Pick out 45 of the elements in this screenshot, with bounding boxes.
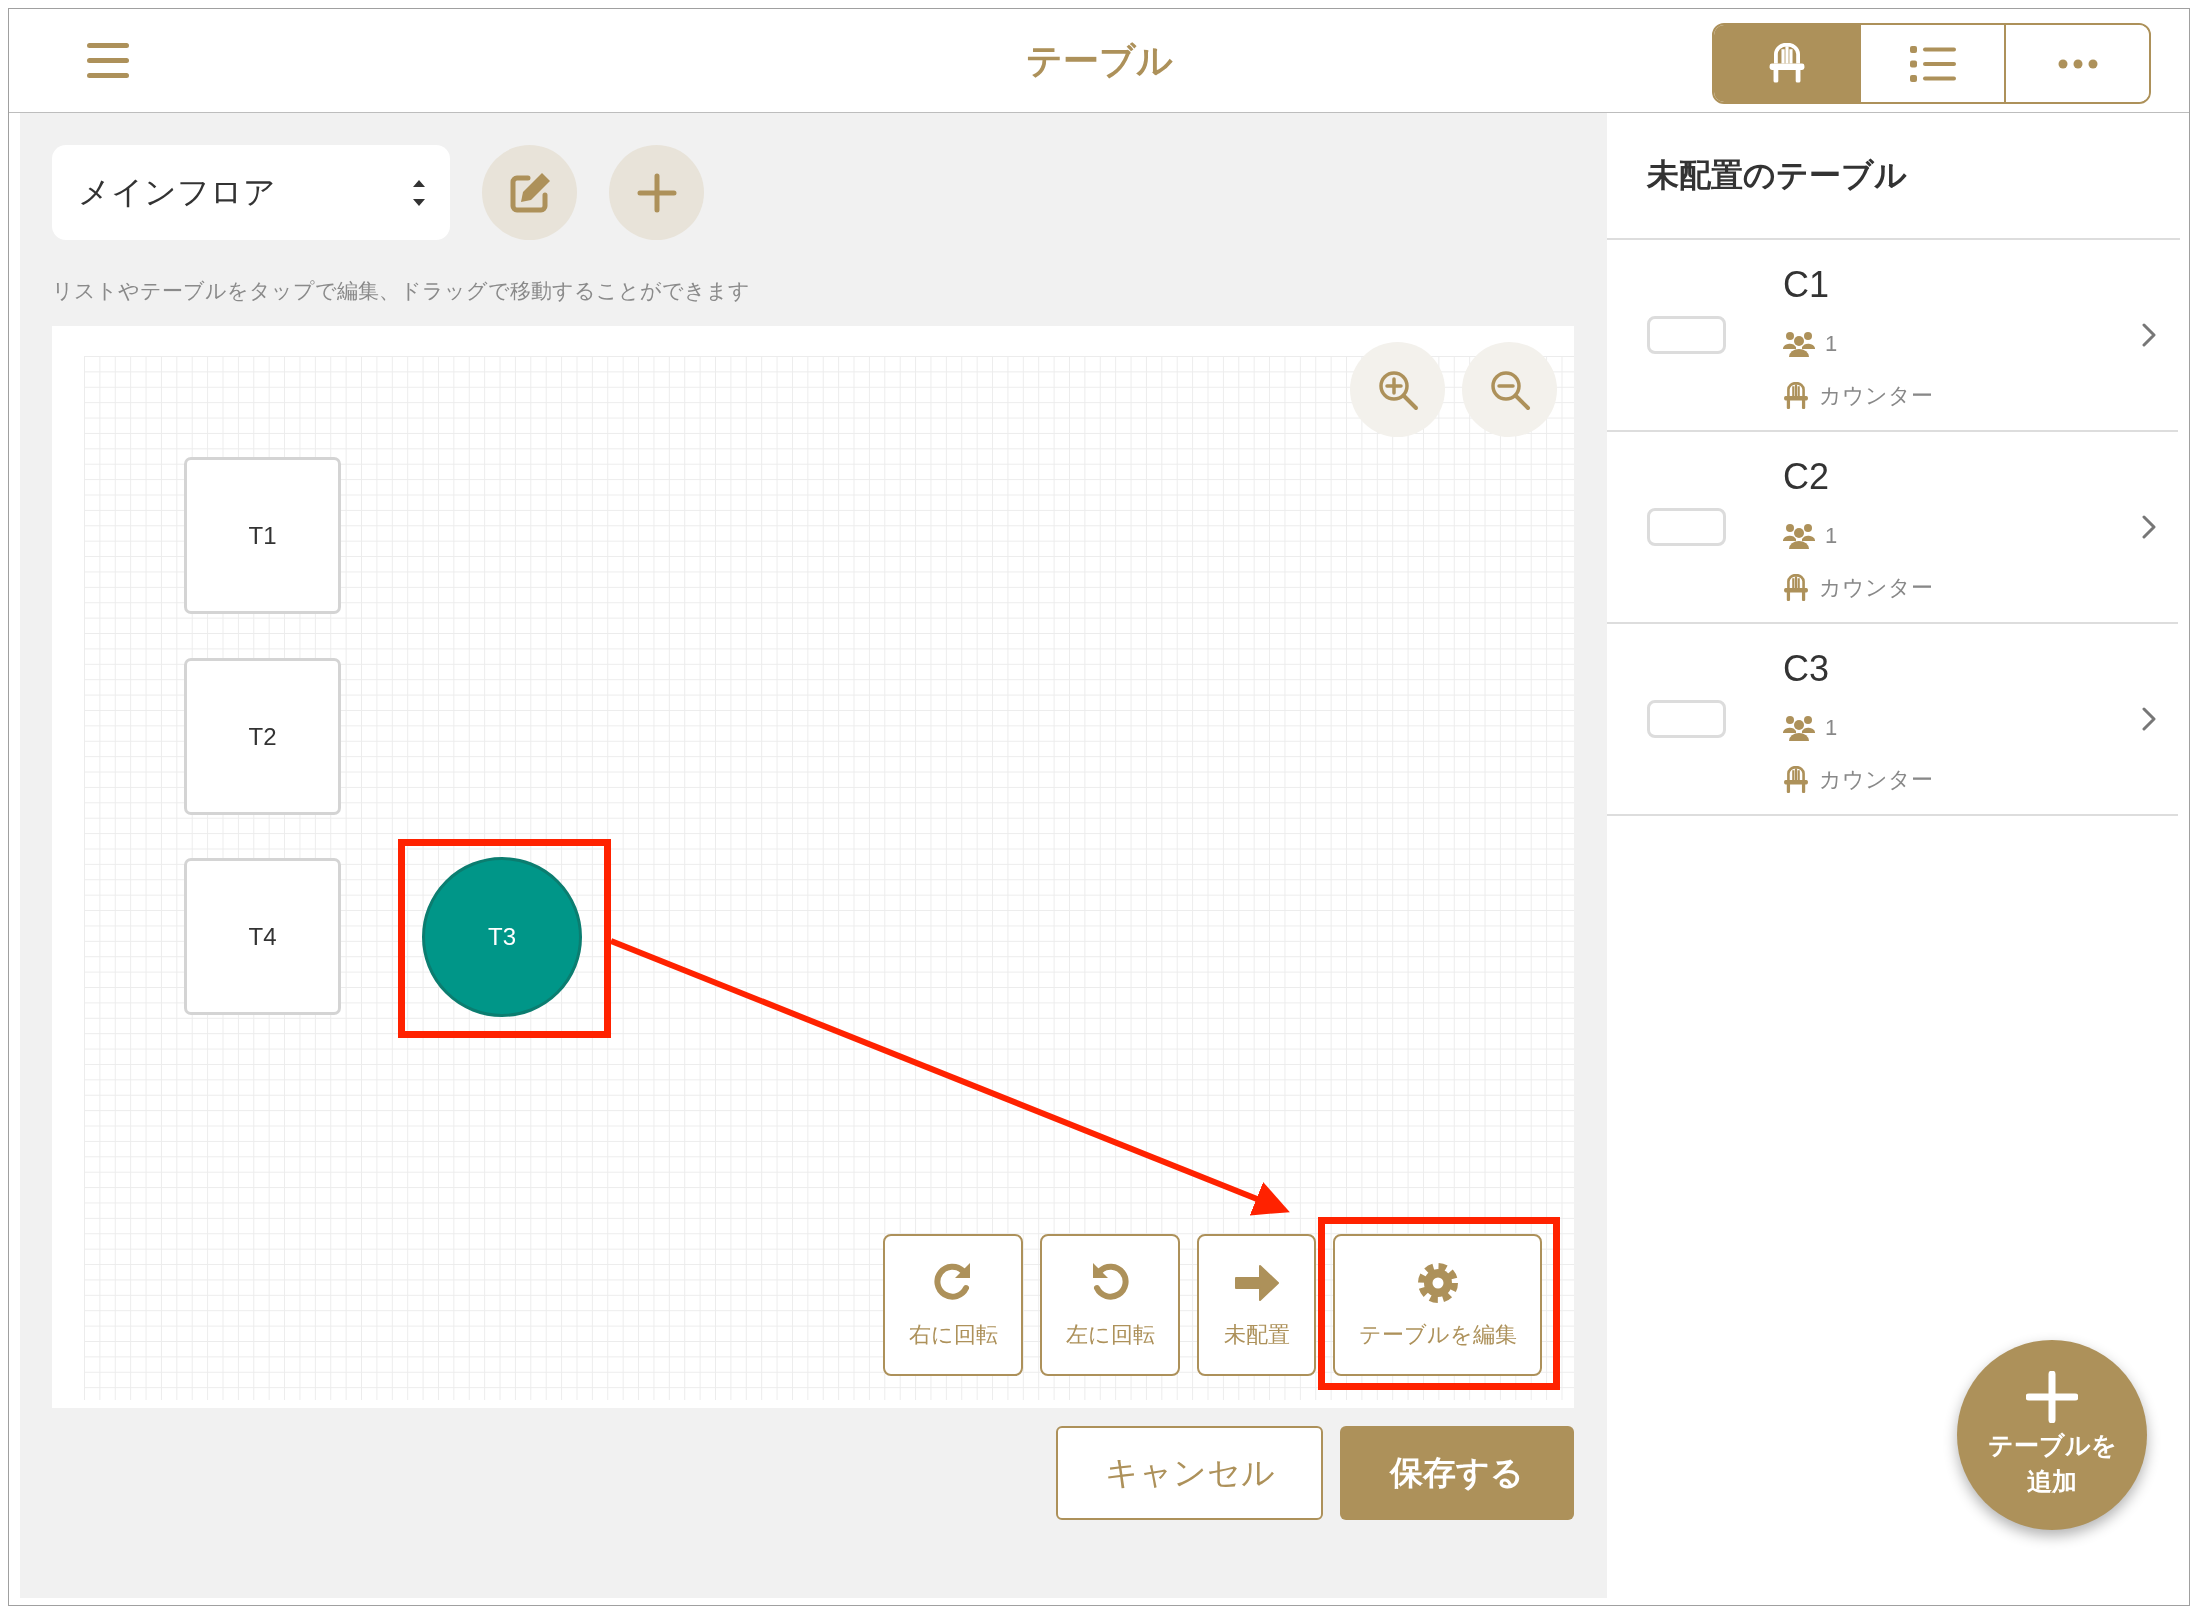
table-name: C2 — [1783, 455, 1830, 499]
zoom-in-icon — [1376, 368, 1419, 411]
square-table[interactable]: T2 — [184, 658, 341, 815]
chevron-right-icon — [2142, 515, 2156, 539]
unplaced-table-item[interactable]: C2 1 カウンター — [1607, 432, 2178, 624]
chevron-right-icon — [2142, 707, 2156, 731]
seat-count: 1 — [1825, 715, 1838, 741]
plus-icon — [636, 172, 677, 213]
more-icon — [2057, 58, 2098, 69]
square-table[interactable]: T1 — [184, 457, 341, 614]
menu-icon[interactable] — [87, 43, 129, 78]
panel-title: 未配置のテーブル — [1647, 155, 1907, 195]
seat-count: 1 — [1825, 331, 1838, 357]
page-title: テーブル — [1025, 39, 1173, 83]
cancel-button[interactable]: キャンセル — [1056, 1426, 1323, 1520]
unplace-button[interactable]: 未配置 — [1197, 1234, 1316, 1376]
table-name: C1 — [1783, 263, 1830, 307]
people-icon — [1783, 331, 1815, 357]
unplaced-table-item[interactable]: C1 1 カウンター — [1607, 240, 2178, 432]
list-icon — [1909, 45, 1956, 82]
people-icon — [1783, 715, 1815, 741]
view-tab[interactable] — [1714, 25, 1859, 102]
save-button[interactable]: 保存する — [1340, 1426, 1574, 1520]
floor-name: メインフロア — [78, 172, 276, 212]
floor-select[interactable]: メインフロア — [52, 145, 450, 240]
rotate-left-button[interactable]: 左に回転 — [1040, 1234, 1180, 1376]
rotate-right-button[interactable]: 右に回転 — [883, 1234, 1023, 1376]
view-tab[interactable] — [2004, 25, 2149, 102]
plus-icon — [2026, 1371, 2078, 1423]
chair-icon — [1783, 765, 1809, 795]
unplaced-table-item[interactable]: C3 1 カウンター — [1607, 624, 2178, 816]
chair-icon — [1783, 381, 1809, 411]
chevron-right-icon — [2142, 323, 2156, 347]
square-table[interactable]: T4 — [184, 858, 341, 1015]
table-type: カウンター — [1819, 382, 1933, 410]
people-icon — [1783, 523, 1815, 549]
table-name: C3 — [1783, 647, 1830, 691]
seat-count: 1 — [1825, 523, 1838, 549]
edit-table-button[interactable]: テーブルを編集 — [1333, 1234, 1542, 1376]
table-type: カウンター — [1819, 766, 1933, 794]
chair-icon — [1767, 42, 1806, 85]
hint-text: リストやテーブルをタップで編集、ドラッグで移動することができます — [52, 278, 750, 304]
table-type: カウンター — [1819, 574, 1933, 602]
chair-icon — [1783, 573, 1809, 603]
zoom-out-icon — [1488, 368, 1531, 411]
